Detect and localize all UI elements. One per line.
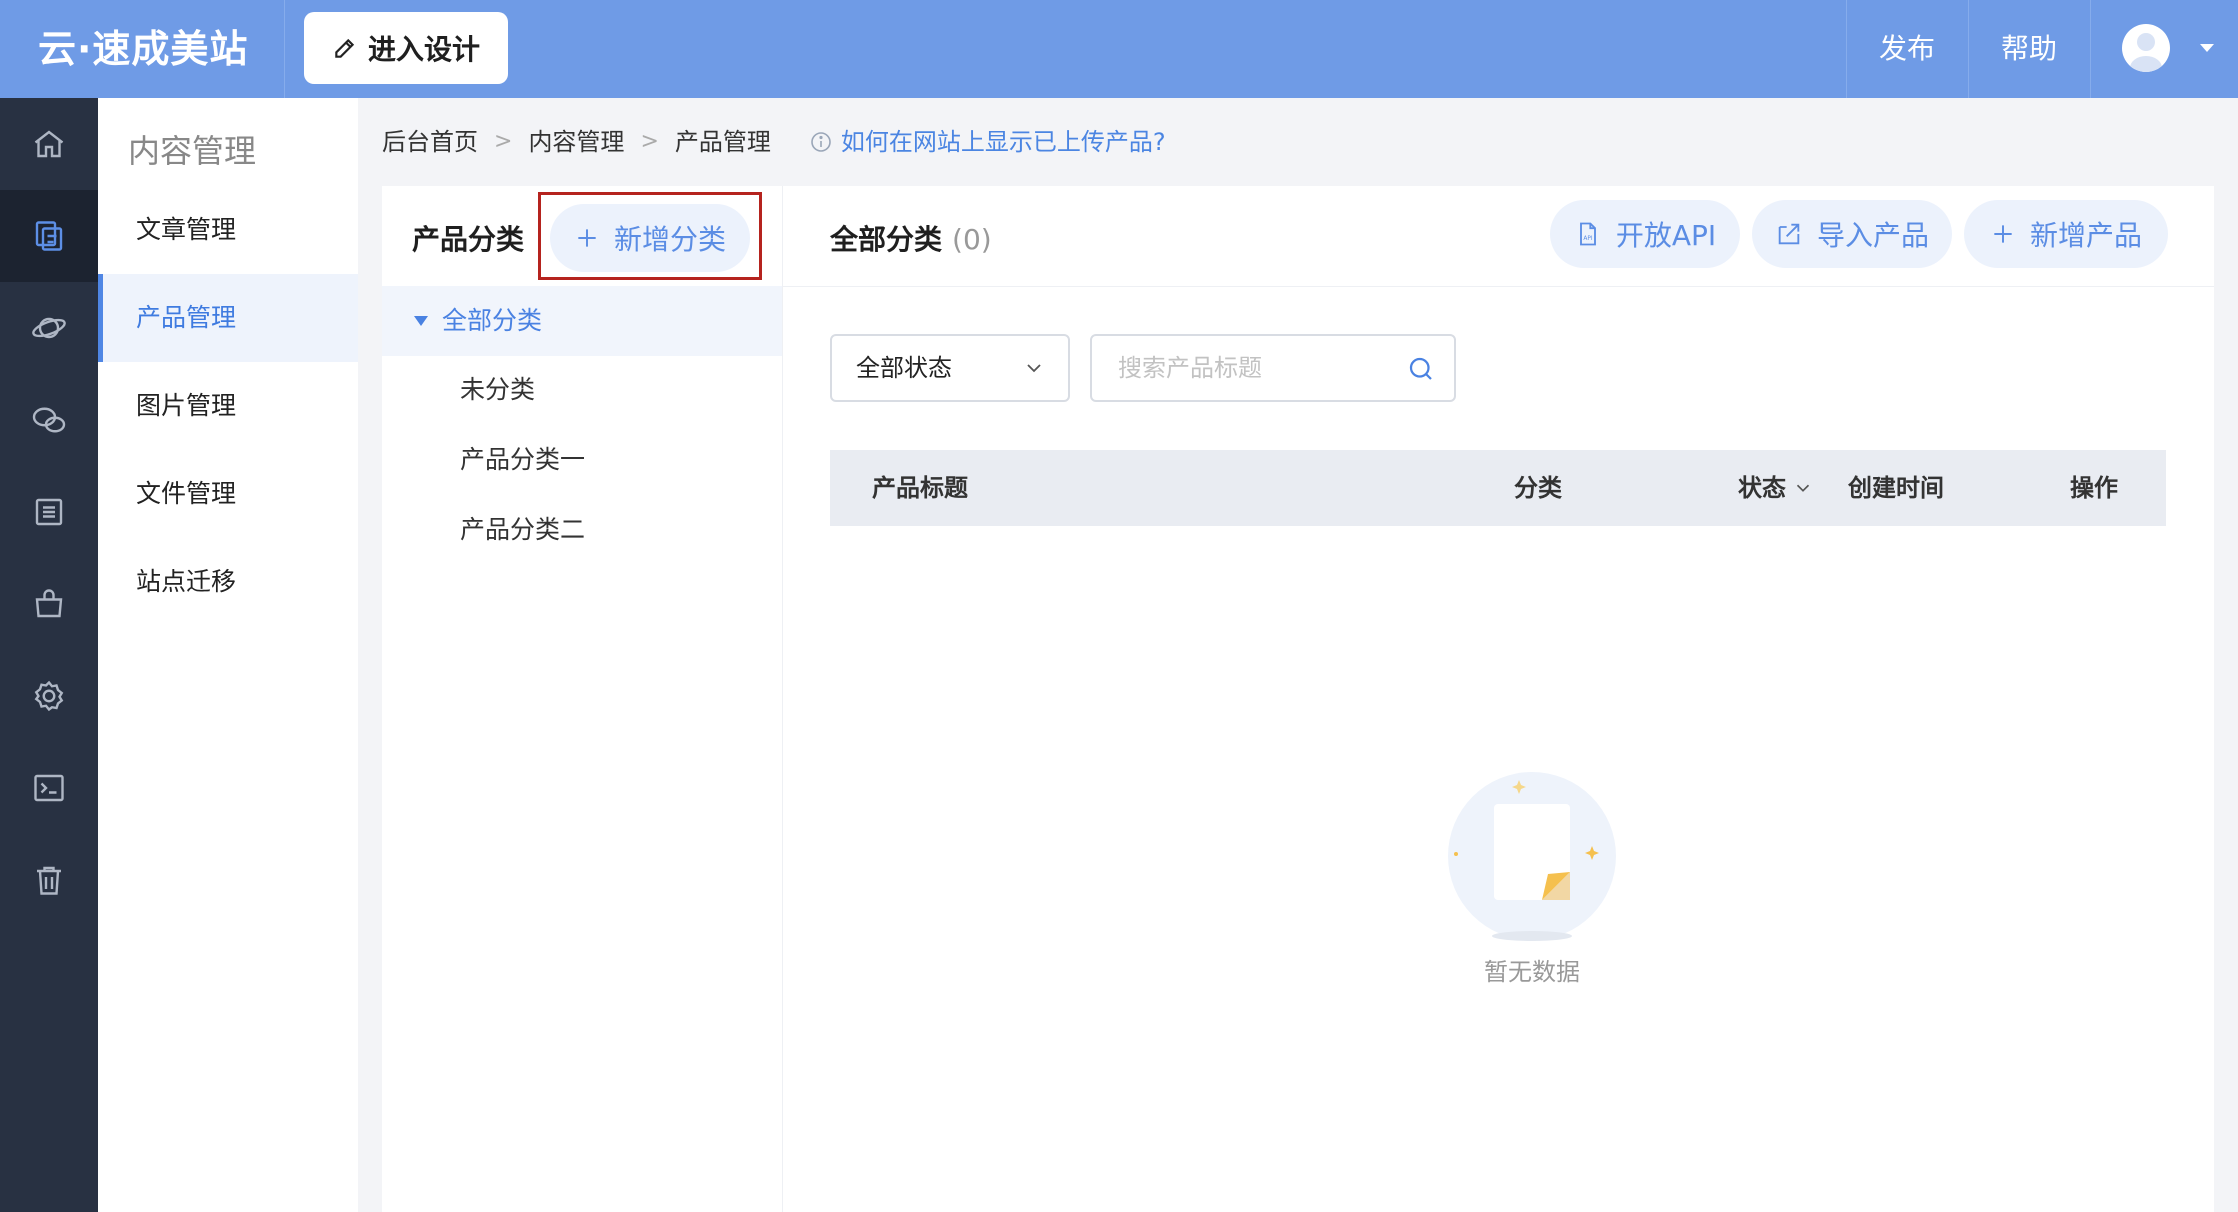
rail-terminal[interactable]	[0, 742, 98, 834]
plus-icon	[1994, 225, 2012, 243]
category-item[interactable]: 未分类	[460, 370, 535, 410]
empty-state: 暂无数据	[1412, 766, 1652, 986]
breadcrumb-products: 产品管理	[674, 128, 771, 156]
product-count: (0)	[952, 223, 992, 256]
top-bar: 云·速成美站 进入设计 发布 帮助	[0, 0, 2238, 98]
topbar-divider	[284, 0, 285, 98]
product-list-title-text: 全部分类	[830, 223, 943, 256]
submenu-title: 内容管理	[128, 132, 257, 170]
column-header-status[interactable]: 状态	[1738, 450, 1814, 526]
list-icon	[35, 498, 63, 526]
open-api-label: 开放API	[1615, 219, 1717, 252]
category-item[interactable]: 产品分类一	[460, 440, 585, 480]
site-logo[interactable]: 云·速成美站	[38, 22, 248, 76]
chevron-right-icon: >	[640, 129, 659, 154]
enter-design-label: 进入设计	[367, 33, 480, 66]
help-question-link[interactable]: 如何在网站上显示已上传产品?	[809, 122, 1166, 162]
rail-wechat[interactable]	[0, 374, 98, 466]
category-item[interactable]: 产品分类二	[460, 510, 585, 550]
settings-icon	[34, 680, 64, 712]
product-header: 全部分类 (0) API 开放API 导入产品 新增产品	[782, 186, 2214, 287]
category-column: 产品分类 新增分类 全部分类 未分类 产品分类一 产品分类二	[382, 186, 783, 1212]
info-icon	[811, 132, 831, 152]
help-link-text: 如何在网站上显示已上传产品?	[840, 128, 1166, 156]
add-product-button[interactable]: 新增产品	[1964, 200, 2168, 268]
search-box	[1090, 334, 1456, 402]
rail-planet[interactable]	[0, 282, 98, 374]
home-icon	[34, 130, 64, 158]
svg-text:API: API	[1583, 236, 1593, 242]
rail-home[interactable]	[0, 98, 98, 190]
chevron-down-icon	[1027, 364, 1041, 373]
import-products-button[interactable]: 导入产品	[1752, 200, 1952, 268]
highlight-box	[538, 192, 762, 280]
chevron-right-icon: >	[494, 129, 513, 154]
publish-link[interactable]: 发布	[1846, 0, 1968, 98]
import-icon	[1778, 223, 1800, 245]
empty-document-icon	[1448, 772, 1616, 941]
empty-state-text: 暂无数据	[1484, 958, 1580, 986]
import-products-label: 导入产品	[1816, 219, 1929, 252]
trash-icon	[37, 866, 61, 895]
user-icon	[2130, 33, 2162, 72]
category-title: 产品分类	[412, 223, 525, 256]
breadcrumb: 后台首页 > 内容管理 > 产品管理 如何在网站上显示已上传产品?	[382, 122, 1166, 162]
product-list-title: 全部分类 (0)	[830, 218, 992, 258]
content-icon	[35, 221, 63, 251]
product-table-header: 产品标题 分类 状态 创建时间 操作	[830, 450, 2166, 526]
rail-content[interactable]	[0, 190, 98, 282]
breadcrumb-content[interactable]: 内容管理	[528, 122, 624, 162]
help-link[interactable]: 帮助	[1968, 0, 2090, 98]
rail-list[interactable]	[0, 466, 98, 558]
column-header-category: 分类	[1514, 474, 1562, 502]
topbar-divider	[2090, 0, 2091, 98]
submenu-item-products[interactable]: 产品管理	[98, 274, 358, 362]
status-filter-value: 全部状态	[856, 354, 952, 382]
category-item-all[interactable]: 全部分类	[382, 286, 782, 356]
search-icon[interactable]	[1406, 354, 1436, 384]
rail-trash[interactable]	[0, 834, 98, 926]
planet-icon	[32, 317, 66, 339]
terminal-icon	[34, 774, 64, 802]
submenu-item-migration[interactable]: 站点迁移	[98, 538, 358, 626]
breadcrumb-home[interactable]: 后台首页	[382, 122, 478, 162]
add-product-label: 新增产品	[2029, 219, 2142, 252]
api-doc-icon: API	[1579, 222, 1596, 246]
open-api-button[interactable]: API 开放API	[1550, 200, 1740, 268]
status-filter-select[interactable]: 全部状态	[830, 334, 1070, 402]
rail-shop[interactable]	[0, 558, 98, 650]
column-header-created: 创建时间	[1848, 474, 1944, 502]
search-input[interactable]	[1116, 353, 1380, 383]
submenu-item-articles[interactable]: 文章管理	[98, 186, 358, 274]
category-all-label: 全部分类	[442, 306, 543, 335]
expand-triangle-icon[interactable]	[414, 316, 428, 326]
content-submenu: 内容管理 文章管理 产品管理 图片管理 文件管理 站点迁移	[98, 98, 358, 1212]
chevron-down-icon	[1796, 484, 1810, 492]
left-icon-rail	[0, 98, 98, 1212]
column-header-status-label: 状态	[1738, 474, 1786, 502]
submenu-item-images[interactable]: 图片管理	[98, 362, 358, 450]
wechat-icon	[32, 407, 66, 433]
user-menu-caret-icon[interactable]	[2200, 44, 2214, 52]
shop-icon	[35, 589, 63, 618]
pencil-icon	[335, 38, 355, 58]
submenu-item-files[interactable]: 文件管理	[98, 450, 358, 538]
enter-design-button[interactable]: 进入设计	[304, 12, 508, 84]
column-header-title: 产品标题	[872, 474, 968, 502]
column-header-actions: 操作	[2070, 474, 2118, 502]
user-avatar[interactable]	[2122, 24, 2170, 72]
rail-settings[interactable]	[0, 650, 98, 742]
main-panel: 产品分类 新增分类 全部分类 未分类 产品分类一 产品分类二 全部分类 (0) A…	[382, 186, 2214, 1212]
